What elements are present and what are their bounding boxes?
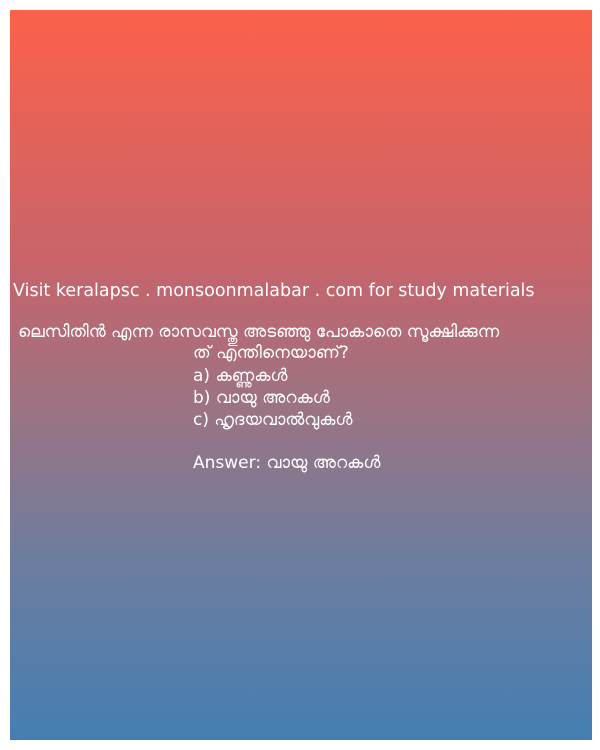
question-text-line1: ലെസിതിൻ എന്ന രാസവസ്തു അടഞ്ഞു പോകാതെ സൂക്… — [18, 322, 500, 342]
question-card: Visit keralapsc . monsoonmalabar . com f… — [10, 10, 592, 740]
answer-text: Answer: വായു അറകൾ — [193, 453, 381, 473]
option-a: a) കണ്ണുകൾ — [193, 366, 288, 386]
question-text-line2: ത് എന്തിനെയാണ്? — [193, 343, 349, 363]
option-b: b) വായു അറകൾ — [193, 388, 330, 408]
options-list: a) കണ്ണുകൾ b) വായു അറകൾ c) ഹൃദയവാൽവുകൾ — [193, 365, 353, 431]
site-promo-text: Visit keralapsc . monsoonmalabar . com f… — [13, 281, 535, 301]
option-c: c) ഹൃദയവാൽവുകൾ — [193, 410, 353, 430]
